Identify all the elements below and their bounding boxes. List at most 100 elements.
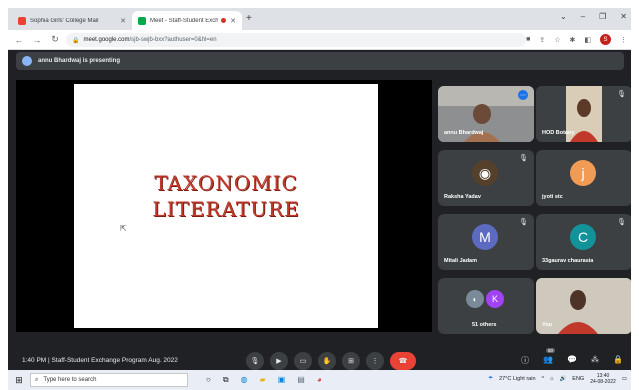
tray-chevron-icon[interactable]: ^	[542, 376, 545, 382]
weather-text: 27°C Light rain	[499, 376, 536, 382]
url-field[interactable]: 🔒 meet.google.com/sjb-swjb-bxx?authuser=…	[66, 33, 526, 47]
browser-tab-strip: Sophia Girls' College Mail ✕ Meet - Staf…	[8, 8, 631, 30]
search-icon: ⌕	[35, 376, 39, 383]
edge-icon[interactable]: ◍	[241, 375, 248, 385]
others-avatar-photo: ◐	[466, 290, 484, 308]
participant-name: annu Bhardwaj	[444, 130, 484, 136]
others-count: 51 others	[472, 322, 497, 328]
slide-title-line1: TAXONOMIC	[154, 171, 298, 195]
slide-title: TAXONOMIC LITERATURE	[74, 170, 378, 222]
participant-tile[interactable]: j jyoti stc	[536, 150, 631, 206]
clock-date: 24-08-2022	[590, 379, 616, 385]
notifications-icon[interactable]: ▭	[622, 376, 627, 382]
presentation-stage: TAXONOMIC LITERATURE ⇱	[16, 80, 432, 332]
extensions-icon[interactable]: ✱	[570, 36, 576, 44]
close-icon[interactable]: ✕	[230, 17, 236, 25]
reload-icon[interactable]: ↻	[48, 34, 62, 45]
minimize-icon[interactable]: –	[581, 12, 585, 21]
screen-frame: Sophia Girls' College Mail ✕ Meet - Staf…	[8, 8, 631, 382]
slide-title-line2: LITERATURE	[152, 197, 300, 221]
search-placeholder: Type here to search	[43, 377, 97, 383]
presenter-avatar	[22, 56, 32, 66]
camera-icon[interactable]: ■	[526, 36, 530, 43]
menu-icon[interactable]: ⋮	[620, 36, 627, 44]
others-tile[interactable]: ◐ K 51 others	[438, 278, 534, 334]
raise-hand-button[interactable]: ✋	[318, 352, 336, 370]
meet-icon	[138, 16, 146, 25]
address-bar-row: ← → ↻ 🔒 meet.google.com/sjb-swjb-bxx?aut…	[8, 30, 631, 50]
photos-icon[interactable]: ▤	[297, 375, 305, 385]
store-icon[interactable]: ▣	[278, 375, 286, 385]
participant-name: jyoti stc	[542, 194, 563, 200]
weather-icon: ☂	[488, 376, 494, 382]
host-controls-icon[interactable]: 🔒	[613, 355, 623, 366]
participant-tile[interactable]: M 🎙 Mitali Jadam	[438, 214, 534, 270]
mic-button[interactable]: 🎙	[246, 352, 264, 370]
participant-avatar: C	[570, 224, 596, 250]
window-controls: ⌄ – ❐ ✕	[560, 12, 627, 21]
end-call-button[interactable]: ☎	[390, 352, 416, 370]
mic-off-icon: 🎙	[519, 155, 528, 162]
close-icon[interactable]: ✕	[120, 17, 126, 25]
tab-mail[interactable]: Sophia Girls' College Mail ✕	[12, 11, 132, 30]
network-icon[interactable]: ⌂	[550, 376, 553, 382]
close-window-icon[interactable]: ✕	[620, 12, 627, 21]
sidebar-icon[interactable]: ◧	[584, 36, 591, 44]
participant-tile[interactable]: C 🎙 33gaurav chaurasia	[536, 214, 631, 270]
language-indicator[interactable]: ENG	[572, 376, 584, 382]
url-host: meet.google.com	[83, 37, 130, 43]
others-avatar: K	[486, 290, 504, 308]
taskbar-search-field[interactable]: ⌕ Type here to search	[30, 373, 188, 387]
self-tile[interactable]: You	[536, 278, 631, 334]
participant-tile[interactable]: 🎙 HOD Botany	[536, 86, 631, 142]
new-tab-button[interactable]: +	[246, 13, 252, 24]
activities-icon[interactable]: ⁂	[591, 355, 599, 366]
recording-dot-icon	[221, 18, 227, 23]
mic-off-icon: 🎙	[519, 219, 528, 226]
tab-mail-title: Sophia Girls' College Mail	[30, 17, 99, 24]
chrome-icon[interactable]: ◕	[317, 375, 322, 385]
windows-start-icon[interactable]: ⊞	[8, 375, 30, 386]
file-explorer-icon[interactable]: ▰	[260, 375, 266, 385]
volume-icon[interactable]: 🔊	[559, 376, 566, 382]
participant-name: HOD Botany	[542, 130, 575, 136]
system-tray: ☂ 27°C Light rain ^ ⌂ 🔊 ENG 13:40 24-08-…	[488, 373, 627, 385]
toolbar-icons: ■ ⇪ ☆ ✱ ◧ S ⋮	[526, 34, 627, 45]
windows-taskbar: ⊞ ⌕ Type here to search ○ ⧉ ◍ ▰ ▣ ▤ ◕ ☂ …	[8, 370, 631, 390]
cortana-icon[interactable]: ○	[206, 375, 211, 385]
captions-button[interactable]: ▭	[294, 352, 312, 370]
present-button[interactable]: ⊞	[342, 352, 360, 370]
star-icon[interactable]: ☆	[554, 36, 560, 44]
participant-name: 33gaurav chaurasia	[542, 258, 594, 264]
participant-name: Raksha Yadav	[444, 194, 481, 200]
chat-icon[interactable]: 💬	[567, 355, 577, 366]
chevron-down-icon[interactable]: ⌄	[560, 12, 567, 21]
tab-meet[interactable]: Meet - Staff-Student Exchan ✕	[132, 11, 242, 30]
camera-button[interactable]: ▶	[270, 352, 288, 370]
participant-tile[interactable]: ⋯ annu Bhardwaj	[438, 86, 534, 142]
people-icon[interactable]: 👥	[543, 355, 553, 366]
back-icon[interactable]: ←	[12, 35, 26, 45]
profile-avatar[interactable]: S	[600, 34, 611, 45]
mic-off-icon: 🎙	[617, 219, 626, 226]
task-view-icon[interactable]: ⧉	[223, 375, 229, 385]
more-options-icon[interactable]: ⋯	[518, 90, 528, 100]
taskbar-apps: ○ ⧉ ◍ ▰ ▣ ▤ ◕	[206, 375, 322, 385]
url-path: /sjb-swjb-bxx?authuser=0&hl=en	[129, 37, 217, 43]
mouse-cursor-icon: ⇱	[120, 224, 127, 233]
gmail-icon	[18, 16, 26, 25]
maximize-icon[interactable]: ❐	[599, 12, 606, 21]
participant-tile[interactable]: ◉ 🎙 Raksha Yadav	[438, 150, 534, 206]
slide: TAXONOMIC LITERATURE ⇱	[74, 84, 378, 328]
share-icon[interactable]: ⇪	[539, 36, 545, 44]
meeting-title: Staff-Student Exchange Program Aug. 2022	[51, 357, 178, 364]
forward-icon[interactable]: →	[30, 35, 44, 45]
presenting-banner: annu Bhardwaj is presenting	[16, 52, 624, 70]
meeting-time: 1:40 PM	[22, 357, 47, 364]
side-controls: ⓘ 👥 💬 ⁂ 🔒	[521, 355, 623, 366]
info-icon[interactable]: ⓘ	[521, 355, 529, 366]
more-options-button[interactable]: ⋮	[366, 352, 384, 370]
clock[interactable]: 13:40 24-08-2022	[590, 373, 616, 385]
presenting-text: annu Bhardwaj is presenting	[38, 58, 121, 64]
participant-avatar: ◉	[472, 160, 498, 186]
